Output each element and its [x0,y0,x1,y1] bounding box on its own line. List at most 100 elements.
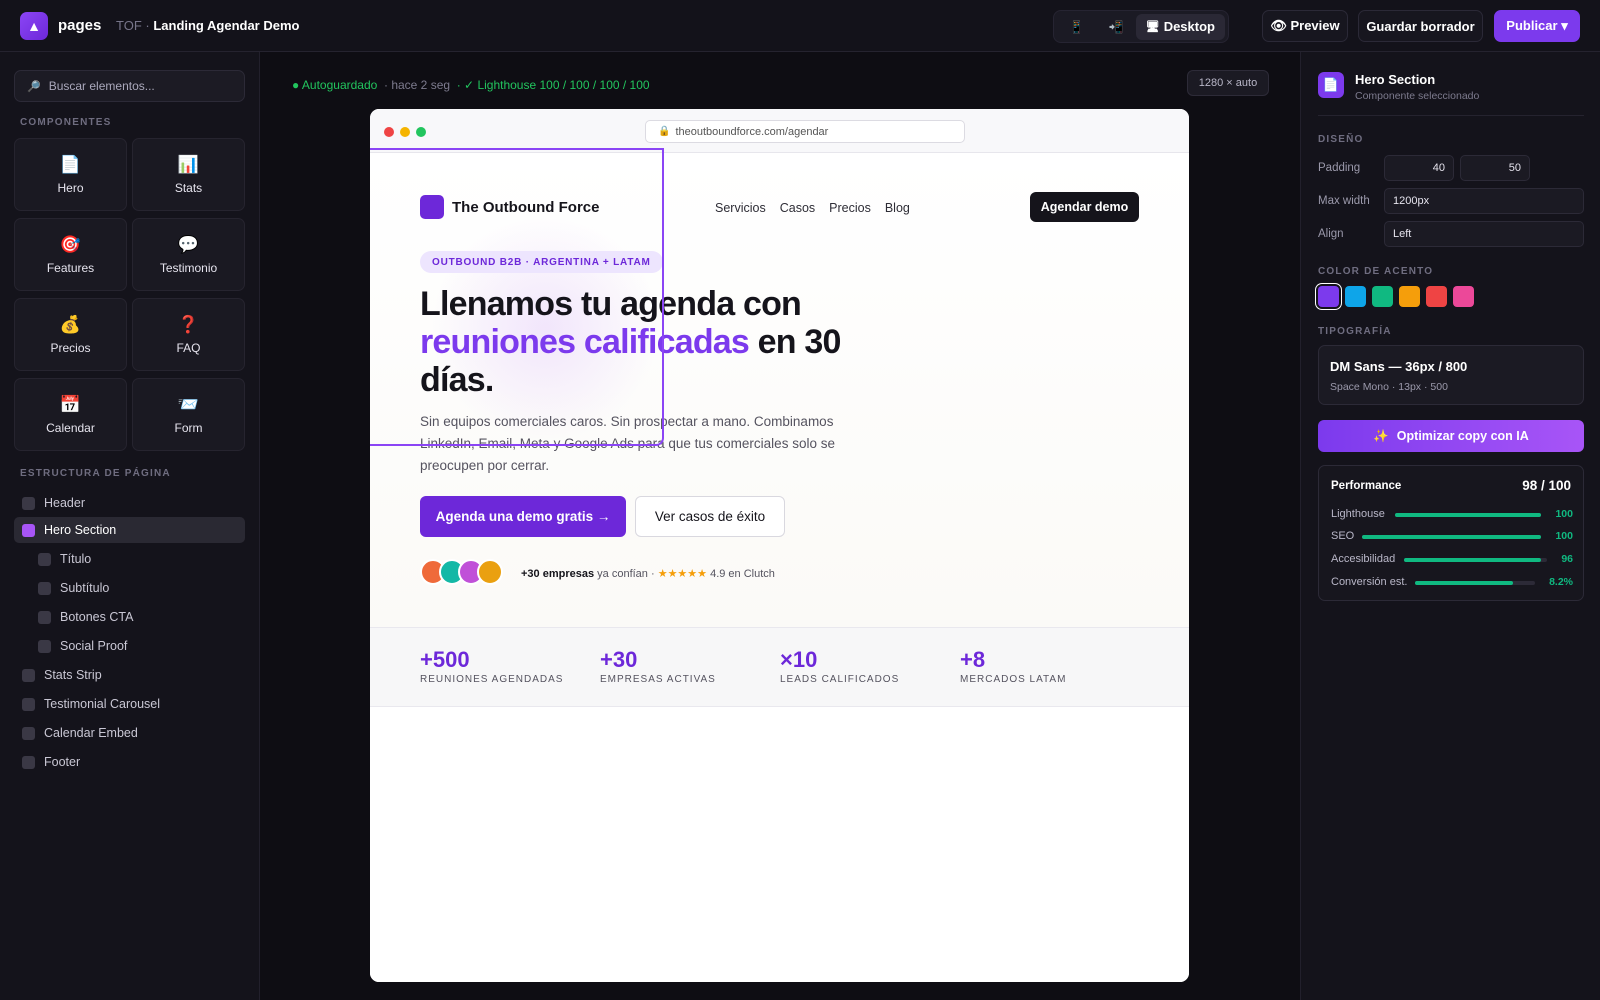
component-calendar[interactable]: 📅 Calendar [14,378,127,451]
url-bar[interactable]: 🔒 theoutboundforce.com/agendar [645,120,965,143]
device-tablet-icon[interactable]: 📲 [1096,14,1135,40]
padding-horizontal-input[interactable]: 50 [1460,155,1530,181]
padding-label: Padding [1318,162,1361,174]
hero-primary-cta[interactable]: Agenda una demo gratis → [420,496,626,537]
checkbox[interactable] [22,697,35,711]
tree-item-header[interactable]: Header [14,490,245,516]
checkbox[interactable] [22,523,35,537]
app-logo-icon[interactable]: ▲ [20,12,48,40]
tree-item-hero-section[interactable]: Hero Section [14,517,245,543]
preview-button[interactable]: 👁 Preview [1262,10,1348,42]
app-name: pages [58,17,102,34]
tree-item-testimonial-carousel[interactable]: Testimonial Carousel [14,691,245,717]
component-label: Calendar [46,420,95,435]
avatar [477,559,503,585]
save-draft-button[interactable]: Guardar borrador [1358,10,1483,42]
document-icon: 📄 [1318,72,1344,98]
accent-swatch-pink[interactable] [1453,286,1474,307]
padding-vertical-input[interactable]: 40 [1384,155,1454,181]
component-label: Stats [174,180,203,195]
tree-item-calendar-embed[interactable]: Calendar Embed [14,720,245,746]
publish-button[interactable]: Publicar ▾ [1494,10,1580,42]
metric-value: 100 [1555,508,1573,520]
component-features[interactable]: 🎯 Features [14,218,127,291]
stats-strip[interactable]: +500 REUNIONES AGENDADAS +30 EMPRESAS AC… [370,627,1189,707]
checkbox[interactable] [22,755,35,769]
align-select[interactable]: Left [1384,221,1584,247]
checkbox[interactable] [22,496,35,510]
device-desktop-button[interactable]: 🖥 Desktop [1135,13,1225,40]
stat-item: +30 EMPRESAS ACTIVAS [600,647,716,686]
nav-link-casos[interactable]: Casos [780,201,815,215]
accent-swatch-blue[interactable] [1345,286,1366,307]
metric-bar [1362,535,1541,539]
lock-icon: 🔒 [658,126,671,137]
checkbox[interactable] [38,639,51,653]
search-input[interactable]: 🔎 Buscar elementos... [14,70,245,102]
nav-link-blog[interactable]: Blog [885,201,910,215]
search-icon: 🔎 [27,80,41,93]
checkbox[interactable] [22,726,35,740]
stat-number: +30 [600,647,638,672]
component-form[interactable]: 📨 Form [132,378,245,451]
page-preview: The Outbound Force Servicios Casos Preci… [370,148,1189,982]
tree-item-botones-cta[interactable]: Botones CTA [14,604,245,630]
tree-item-subtitulo[interactable]: Subtítulo [14,575,245,601]
lighthouse-status: · ✓ Lighthouse 100 / 100 / 100 / 100 [456,78,650,92]
checkbox[interactable] [38,610,51,624]
design-section-title: DISEÑO [1318,134,1364,145]
checkbox[interactable] [38,552,51,566]
save-status: ● Autoguardado · hace 2 seg · ✓ Lighthou… [292,78,650,92]
inspector-panel: 📄 Hero Section Componente seleccionado D… [1300,52,1600,1000]
tree-item-titulo[interactable]: Título [14,546,245,572]
site-nav: Servicios Casos Precios Blog [715,201,910,215]
metric-bar-fill [1415,581,1514,585]
nav-link-precios[interactable]: Precios [829,201,871,215]
nav-cta-button[interactable]: Agendar demo [1030,192,1139,222]
metric-bar [1404,558,1547,562]
component-stats[interactable]: 📊 Stats [132,138,245,211]
optimize-copy-button[interactable]: ✨ Optimizar copy con IA [1318,420,1584,452]
top-bar: ▲ pages TOF · Landing Agendar Demo 📱 📲 🖥… [0,0,1600,52]
maxwidth-label: Max width [1318,195,1370,207]
component-label: Features [46,260,95,275]
component-precios[interactable]: 💰 Precios [14,298,127,371]
page-title[interactable]: Landing Agendar Demo [153,18,299,33]
tree-item-footer[interactable]: Footer [14,749,245,775]
hero-secondary-cta[interactable]: Ver casos de éxito [635,496,785,537]
tree-item-stats-strip[interactable]: Stats Strip [14,662,245,688]
metric-value: 96 [1561,553,1573,565]
close-dot-icon [384,127,394,137]
calendar-icon: 📅 [59,394,82,414]
typography-card[interactable]: DM Sans — 36px / 800 Space Mono · 13px ·… [1318,345,1584,405]
checkbox[interactable] [38,581,51,595]
accent-section-title: COLOR DE ACENTO [1318,266,1434,277]
accent-swatch-orange[interactable] [1399,286,1420,307]
nav-link-servicios[interactable]: Servicios [715,201,766,215]
accent-swatch-green[interactable] [1372,286,1393,307]
metric-value: 8.2% [1549,576,1573,588]
url-text: theoutboundforce.com/agendar [675,125,829,138]
component-testimonio[interactable]: 💬 Testimonio [132,218,245,291]
viewport-size-chip[interactable]: 1280 × auto [1187,70,1269,96]
checkbox[interactable] [22,668,35,682]
social-proof: +30 empresas ya confían · ★★★★★ 4.9 en C… [521,567,775,580]
stat-number: +500 [420,647,470,672]
component-faq[interactable]: ❓ FAQ [132,298,245,371]
metric-row: SEO 100 [1331,530,1573,544]
autosave-status: ● Autoguardado [292,78,378,92]
maxwidth-input[interactable]: 1200px [1384,188,1584,214]
tree-item-label: Testimonial Carousel [44,697,161,711]
speech-bubble-icon: 💬 [177,234,200,254]
device-desktop-label: Desktop [1163,19,1215,34]
performance-score: 98 / 100 [1522,478,1571,493]
device-mobile-icon[interactable]: 📱 [1057,14,1096,40]
tree-item-social-proof[interactable]: Social Proof [14,633,245,659]
sparkle-icon: ✨ [1373,428,1389,443]
component-hero[interactable]: 📄 Hero [14,138,127,211]
accent-swatch-red[interactable] [1426,286,1447,307]
accent-swatch-purple[interactable] [1318,286,1339,307]
metric-row: Conversión est. 8.2% [1331,576,1573,590]
hero-icon: 📄 [59,154,82,174]
metric-bar [1395,513,1541,517]
